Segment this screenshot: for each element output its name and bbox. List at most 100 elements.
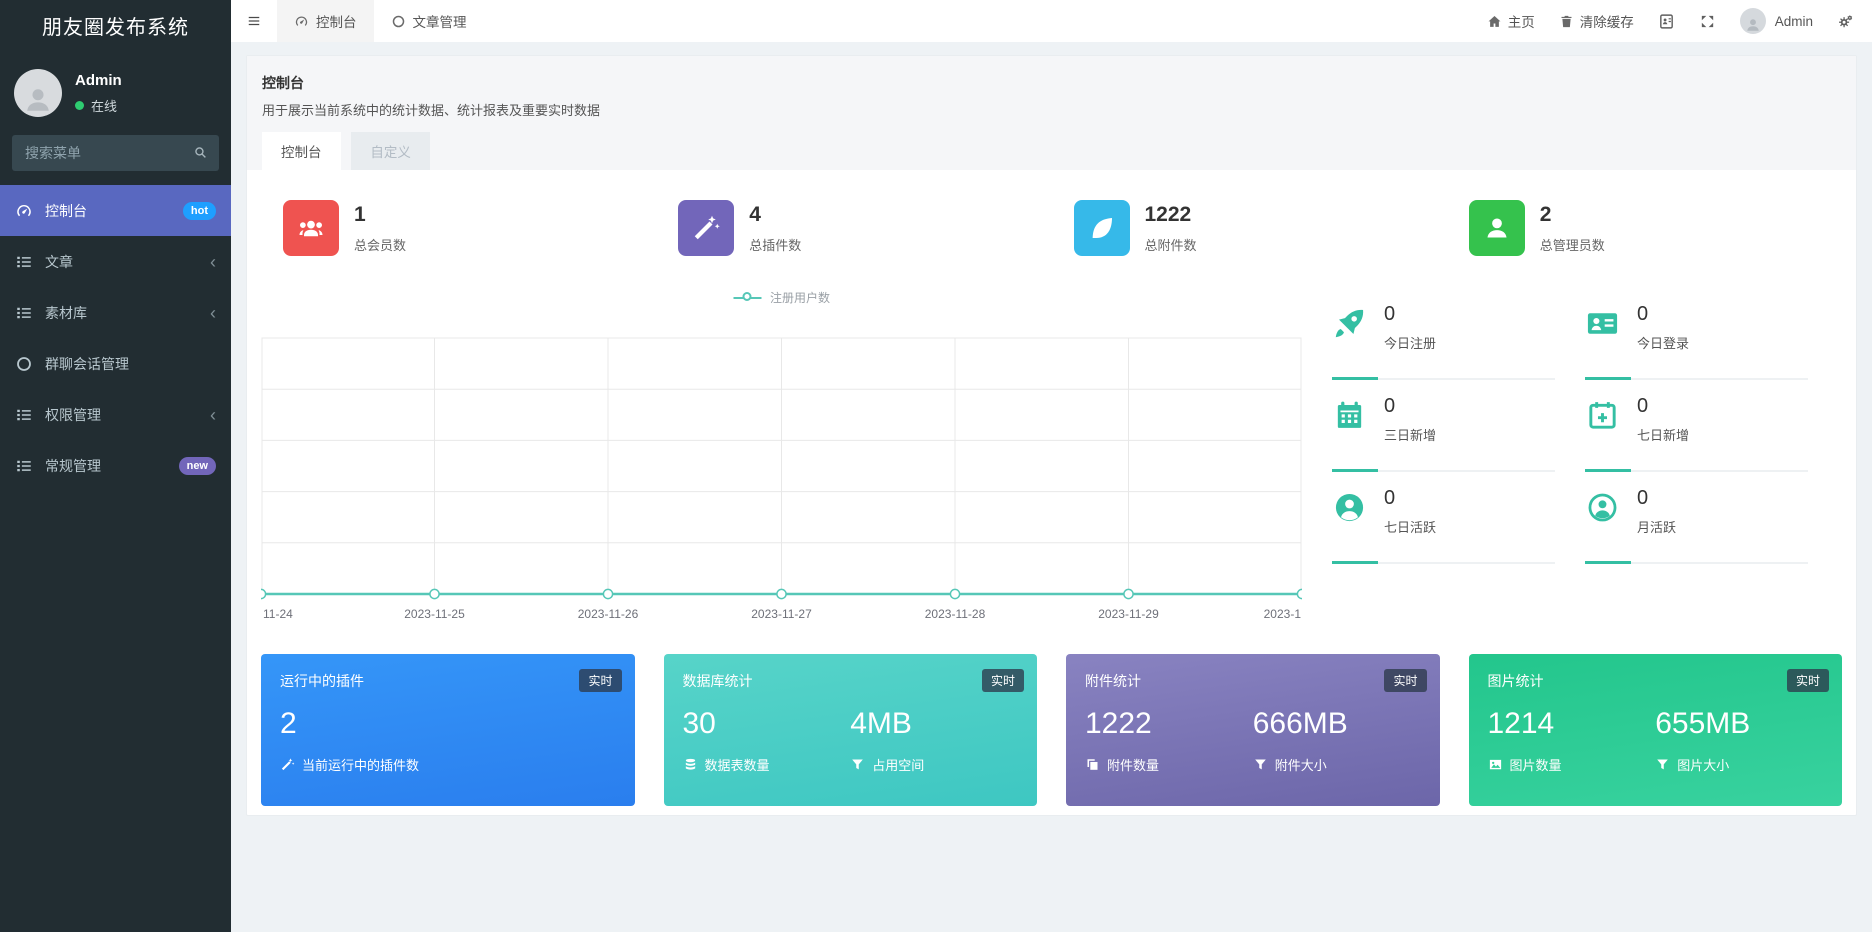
mini-stat: 0 今日注册: [1332, 288, 1555, 380]
metric-label: 附件数量: [1107, 755, 1159, 774]
tab-custom[interactable]: 自定义: [351, 132, 430, 170]
tab-console[interactable]: 控制台: [262, 132, 341, 170]
page-description: 用于展示当前系统中的统计数据、统计报表及重要实时数据: [262, 100, 1841, 119]
card-metric: 1214 图片数量: [1488, 707, 1656, 774]
hamburger-icon[interactable]: [231, 0, 277, 42]
online-dot: [75, 101, 84, 110]
sidebar-item-dashboard[interactable]: 控制台 hot: [0, 185, 231, 236]
stat-value: 1222: [1145, 203, 1197, 227]
topbar-tab-label: 文章管理: [413, 11, 467, 31]
svg-text:2023-11-25: 2023-11-25: [404, 607, 465, 621]
topbar-tab-articles[interactable]: 文章管理: [374, 0, 484, 42]
card-metric: 1222 附件数量: [1085, 707, 1253, 774]
metric-value: 2: [280, 707, 448, 742]
legend-label: 注册用户数: [770, 289, 830, 306]
card-metric: 4MB 占用空间: [850, 707, 1018, 774]
chevron-left-icon: ‹: [210, 304, 216, 322]
mini-stat-value: 0: [1384, 395, 1436, 418]
user-icon: [1482, 213, 1512, 243]
docs-icon[interactable]: [1658, 13, 1675, 30]
chart-legend[interactable]: 注册用户数: [733, 289, 830, 306]
card-title: 运行中的插件: [280, 671, 616, 691]
metric-label: 图片大小: [1677, 755, 1729, 774]
user-circle-o-icon: [1585, 490, 1620, 525]
mini-stat: 0 七日新增: [1585, 380, 1808, 472]
card-metric: 2 当前运行中的插件数: [280, 707, 448, 774]
svg-text:2023-11-29: 2023-11-29: [1098, 607, 1159, 621]
summary-card-running-plugins: 运行中的插件 实时 2 当前运行中的插件数: [261, 654, 635, 806]
sidebar-item-group-chat[interactable]: 群聊会话管理: [0, 338, 231, 389]
search-input[interactable]: [12, 135, 219, 171]
sidebar-item-label: 群聊会话管理: [45, 354, 129, 374]
stat-label: 总附件数: [1145, 235, 1197, 254]
card-title: 图片统计: [1488, 671, 1824, 691]
sidebar-item-permissions[interactable]: 权限管理 ‹: [0, 389, 231, 440]
user-icon: [1744, 16, 1762, 34]
summary-card-attachment-stats: 附件统计 实时 1222 附件数量 666MB 附件大小: [1066, 654, 1440, 806]
home-label: 主页: [1508, 11, 1535, 31]
avatar: [1740, 8, 1766, 34]
topbar-right: 主页 清除缓存 Admin: [1487, 8, 1872, 34]
user-name: Admin: [75, 72, 122, 89]
trash-icon: [1559, 14, 1574, 29]
sidebar-item-label: 文章: [45, 252, 73, 272]
home-link[interactable]: 主页: [1487, 11, 1535, 31]
calendar-icon: [1332, 398, 1367, 433]
cogs-icon[interactable]: [1837, 13, 1854, 30]
stats-row: 1 总会员数 4 总插件数 1222 总附件数 2 总管理员数: [261, 184, 1842, 262]
registered-users-chart: 注册用户数 11-242023-11-252023-11-262023-11-2…: [261, 288, 1302, 640]
stat-block: 1 总会员数: [261, 200, 656, 256]
user-status-label: 在线: [91, 96, 117, 115]
id-card-icon: [1585, 306, 1620, 341]
mini-stat-value: 0: [1637, 487, 1676, 510]
summary-card-database-stats: 数据库统计 实时 30 数据表数量 4MB 占用空间: [664, 654, 1038, 806]
metric-label-row: 图片大小: [1655, 755, 1823, 774]
database-icon: [683, 757, 698, 772]
expand-icon[interactable]: [1699, 13, 1716, 30]
svg-text:2023-11-28: 2023-11-28: [925, 607, 986, 621]
card-metric: 30 数据表数量: [683, 707, 851, 774]
stat-value: 1: [354, 203, 406, 227]
circle-icon: [15, 355, 33, 373]
sidebar-item-general[interactable]: 常规管理 new: [0, 440, 231, 491]
user-menu[interactable]: Admin: [1740, 8, 1813, 34]
filter-icon: [850, 757, 865, 772]
calendar-plus-icon: [1585, 398, 1620, 433]
realtime-badge: 实时: [982, 669, 1024, 692]
clear-cache-link[interactable]: 清除缓存: [1559, 11, 1634, 31]
search-icon[interactable]: [193, 145, 208, 160]
svg-text:11-24: 11-24: [263, 607, 293, 621]
badge: new: [179, 457, 216, 475]
sidebar-search: [12, 135, 219, 171]
mini-stat: 0 三日新增: [1332, 380, 1555, 472]
topbar-tab-label: 控制台: [316, 11, 357, 31]
chevron-left-icon: ‹: [210, 253, 216, 271]
topbar-tab-dashboard[interactable]: 控制台: [277, 0, 374, 42]
realtime-badge: 实时: [1384, 669, 1426, 692]
sidebar-item-materials[interactable]: 素材库 ‹: [0, 287, 231, 338]
stat-label: 总会员数: [354, 235, 406, 254]
mini-stat: 0 今日登录: [1585, 288, 1808, 380]
home-icon: [1487, 14, 1502, 29]
filter-icon: [1253, 757, 1268, 772]
mini-stat-label: 七日活跃: [1384, 517, 1436, 536]
metric-label-row: 当前运行中的插件数: [280, 755, 448, 774]
metric-value: 666MB: [1253, 707, 1421, 742]
card-metric: 655MB 图片大小: [1655, 707, 1823, 774]
user-circle-icon: [1332, 490, 1367, 525]
card-metric: 666MB 附件大小: [1253, 707, 1421, 774]
filter-icon: [1655, 757, 1670, 772]
metric-label-row: 附件数量: [1085, 755, 1253, 774]
sidebar-item-articles[interactable]: 文章 ‹: [0, 236, 231, 287]
panel-header: 控制台 用于展示当前系统中的统计数据、统计报表及重要实时数据 控制台 自定义: [247, 56, 1856, 170]
stat-value: 2: [1540, 203, 1605, 227]
metric-label: 图片数量: [1510, 755, 1562, 774]
metric-label-row: 数据表数量: [683, 755, 851, 774]
mini-stat-value: 0: [1384, 487, 1436, 510]
list-icon: [15, 304, 33, 322]
stat-block: 4 总插件数: [656, 200, 1051, 256]
stat-block: 2 总管理员数: [1447, 200, 1842, 256]
page-tabs: 控制台 自定义: [262, 132, 1841, 170]
rocket-icon: [1332, 306, 1367, 341]
legend-dot: [742, 292, 751, 301]
